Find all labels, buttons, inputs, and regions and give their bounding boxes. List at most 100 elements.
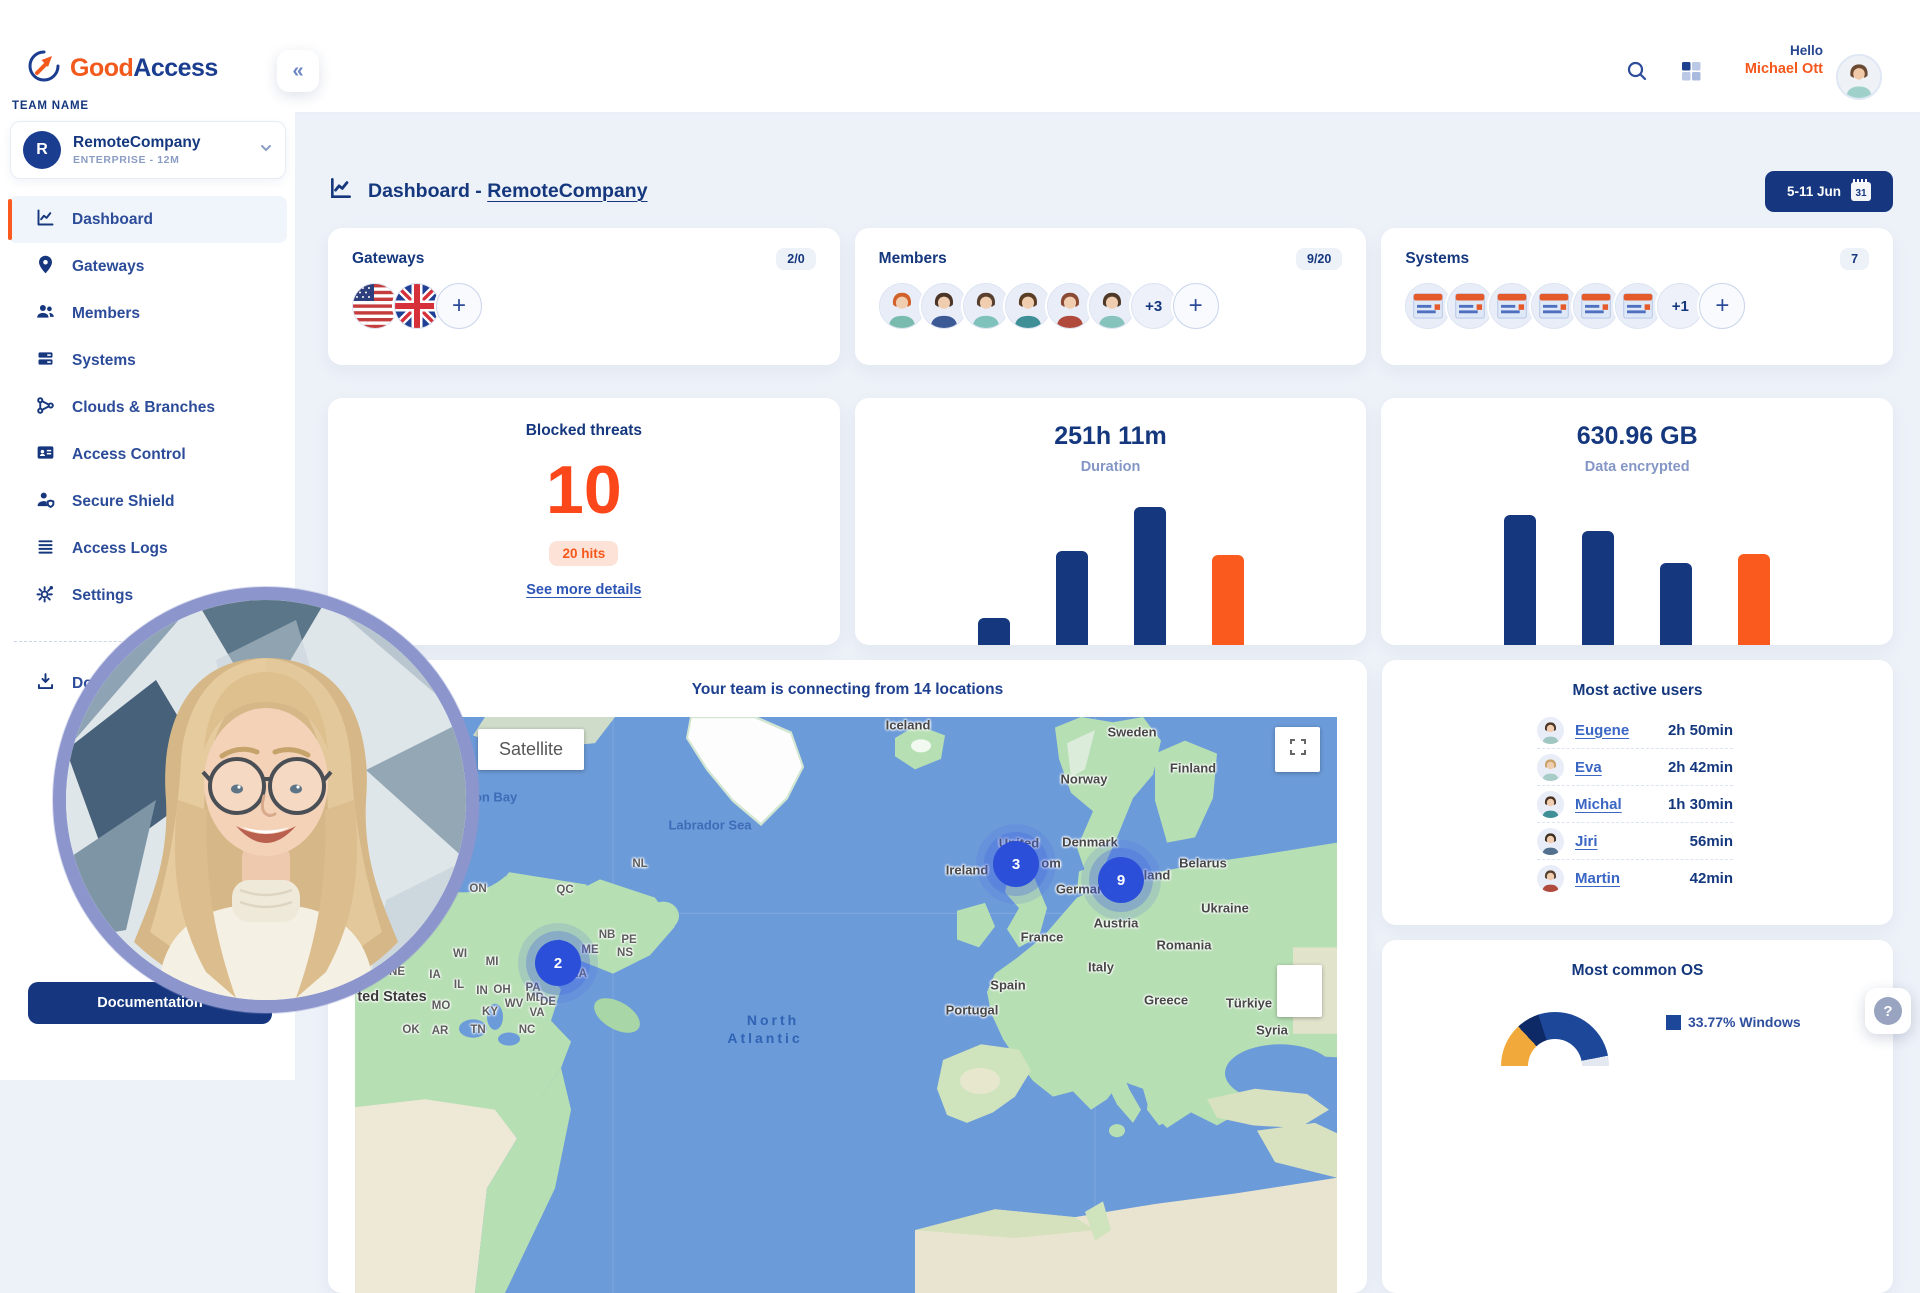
right-column: Most active users Eugene2h 50minEva2h 42… bbox=[1382, 660, 1893, 1293]
systems-card: Systems 7 +1 + bbox=[1381, 228, 1893, 365]
map-label: WV bbox=[505, 998, 524, 1010]
system-avatar[interactable] bbox=[1405, 283, 1451, 329]
user-link[interactable]: Michal bbox=[1575, 796, 1622, 813]
world-map[interactable]: son BayIcelandSwedenNorwayFinlandLabrado… bbox=[355, 717, 1337, 1293]
user-avatar bbox=[1537, 865, 1564, 892]
data-encrypted-bar bbox=[1660, 563, 1692, 645]
user-row: Michal 1h 30min bbox=[1537, 786, 1733, 823]
sidebar-item-secure-shield[interactable]: Secure Shield bbox=[8, 478, 287, 525]
duration-bar bbox=[978, 618, 1010, 645]
add-member-button[interactable]: + bbox=[1173, 283, 1219, 329]
member-avatar[interactable] bbox=[963, 283, 1009, 329]
sidebar-item-clouds-branches[interactable]: Clouds & Branches bbox=[8, 384, 287, 431]
apps-grid-button[interactable] bbox=[1670, 52, 1712, 94]
map-label: Austria bbox=[1094, 916, 1139, 931]
fullscreen-button[interactable] bbox=[1275, 727, 1320, 772]
uk-flag[interactable] bbox=[394, 283, 440, 329]
search-button[interactable] bbox=[1616, 52, 1658, 94]
us-flag[interactable] bbox=[352, 283, 398, 329]
system-avatar[interactable] bbox=[1447, 283, 1493, 329]
greeting-text: Hello bbox=[1745, 43, 1823, 58]
system-avatar[interactable] bbox=[1573, 283, 1619, 329]
user-duration: 42min bbox=[1690, 870, 1733, 887]
presenter-webcam-overlay[interactable] bbox=[53, 587, 479, 1013]
systems-overflow-badge[interactable]: +1 bbox=[1657, 283, 1703, 329]
sidebar-item-members[interactable]: Members bbox=[8, 290, 287, 337]
sidebar-item-access-logs[interactable]: Access Logs bbox=[8, 525, 287, 572]
sidebar-item-dashboard[interactable]: Dashboard bbox=[8, 196, 287, 243]
user-row: Eugene2h 50min bbox=[1537, 712, 1733, 749]
location-cluster-marker[interactable]: 9 bbox=[1098, 857, 1144, 903]
map-label: Belarus bbox=[1179, 856, 1227, 871]
member-avatars bbox=[879, 283, 1131, 329]
member-avatar[interactable] bbox=[1089, 283, 1135, 329]
system-avatar[interactable] bbox=[1489, 283, 1535, 329]
stats-row: Blocked threats 10 20 hits See more deta… bbox=[328, 398, 1893, 645]
gateways-count-badge: 2/0 bbox=[776, 248, 815, 270]
sidebar-collapse-button[interactable]: « bbox=[277, 50, 319, 92]
sidebar-item-systems[interactable]: Systems bbox=[8, 337, 287, 384]
team-selector[interactable]: R RemoteCompany ENTERPRISE - 12M bbox=[10, 121, 286, 179]
system-avatar[interactable] bbox=[1615, 283, 1661, 329]
map-label: MI bbox=[486, 956, 499, 968]
data-encrypted-bar-chart bbox=[1381, 515, 1893, 645]
map-label: AR bbox=[432, 1025, 449, 1037]
map-label: Romania bbox=[1157, 938, 1212, 953]
member-avatar[interactable] bbox=[879, 283, 925, 329]
add-system-button[interactable]: + bbox=[1699, 283, 1745, 329]
user-duration: 1h 30min bbox=[1668, 796, 1733, 813]
system-avatar[interactable] bbox=[1531, 283, 1577, 329]
help-button[interactable]: ? bbox=[1865, 988, 1911, 1034]
map-label: OH bbox=[493, 984, 510, 996]
map-label: ME bbox=[581, 944, 598, 956]
map-control-partial[interactable] bbox=[1277, 965, 1322, 1017]
map-label: Norway bbox=[1061, 772, 1108, 787]
system-avatars bbox=[1405, 283, 1657, 329]
member-avatar[interactable] bbox=[921, 283, 967, 329]
user-avatar[interactable] bbox=[1836, 54, 1882, 100]
active-users-list: Eugene2h 50min Eva 2h 42min Michal 1h 30min J… bbox=[1537, 712, 1733, 897]
summary-row: Gateways 2/0 + Members 9/20 +3 + bbox=[328, 228, 1893, 365]
member-avatar[interactable] bbox=[1005, 283, 1051, 329]
sidebar-item-access-control[interactable]: Access Control bbox=[8, 431, 287, 478]
map-label: IL bbox=[454, 979, 464, 991]
user-row: Jiri56min bbox=[1537, 823, 1733, 860]
map-label: QC bbox=[556, 884, 573, 896]
map-label: VA bbox=[529, 1007, 544, 1019]
members-title: Members bbox=[879, 250, 947, 268]
user-link[interactable]: Eva bbox=[1575, 759, 1602, 776]
add-gateway-button[interactable]: + bbox=[436, 283, 482, 329]
map-title: Your team is connecting from 14 location… bbox=[328, 681, 1367, 699]
user-link[interactable]: Jiri bbox=[1575, 833, 1598, 850]
systems-title: Systems bbox=[1405, 250, 1469, 268]
user-link[interactable]: Eugene bbox=[1575, 722, 1629, 739]
user-duration: 2h 42min bbox=[1668, 759, 1733, 776]
location-cluster-marker[interactable]: 3 bbox=[993, 841, 1039, 887]
id-card-icon bbox=[35, 442, 56, 468]
location-cluster-marker[interactable]: 2 bbox=[535, 940, 581, 986]
page-title: Dashboard - RemoteCompany bbox=[328, 175, 648, 207]
map-label: IN bbox=[476, 985, 488, 997]
data-encrypted-value: 630.96 GB bbox=[1577, 422, 1698, 451]
duration-value: 251h 11m bbox=[1054, 422, 1167, 451]
map-label: Portugal bbox=[946, 1003, 999, 1018]
os-donut-chart bbox=[1501, 1012, 1609, 1066]
most-active-users-card: Most active users Eugene2h 50minEva2h 42… bbox=[1382, 660, 1893, 925]
member-avatar[interactable] bbox=[1047, 283, 1093, 329]
sidebar-item-gateways[interactable]: Gateways bbox=[8, 243, 287, 290]
see-more-details-link[interactable]: See more details bbox=[526, 582, 641, 598]
windows-legend-swatch bbox=[1666, 1015, 1681, 1030]
data-encrypted-card: 630.96 GB Data encrypted bbox=[1381, 398, 1893, 645]
duration-bar-chart bbox=[855, 507, 1367, 645]
map-label: Türkiye bbox=[1226, 996, 1272, 1011]
date-range-button[interactable]: 5-11 Jun 31 bbox=[1765, 171, 1893, 212]
map-label: Iceland bbox=[886, 718, 931, 733]
user-link[interactable]: Martin bbox=[1575, 870, 1620, 887]
map-label: France bbox=[1021, 930, 1064, 945]
members-overflow-badge[interactable]: +3 bbox=[1131, 283, 1177, 329]
chevrons-left-icon: « bbox=[292, 60, 303, 83]
map-label: PE bbox=[621, 934, 636, 946]
satellite-toggle-button[interactable]: Satellite bbox=[478, 729, 584, 770]
duration-card: 251h 11m Duration bbox=[855, 398, 1367, 645]
top-header: Hello Michael Ott bbox=[295, 0, 1920, 113]
